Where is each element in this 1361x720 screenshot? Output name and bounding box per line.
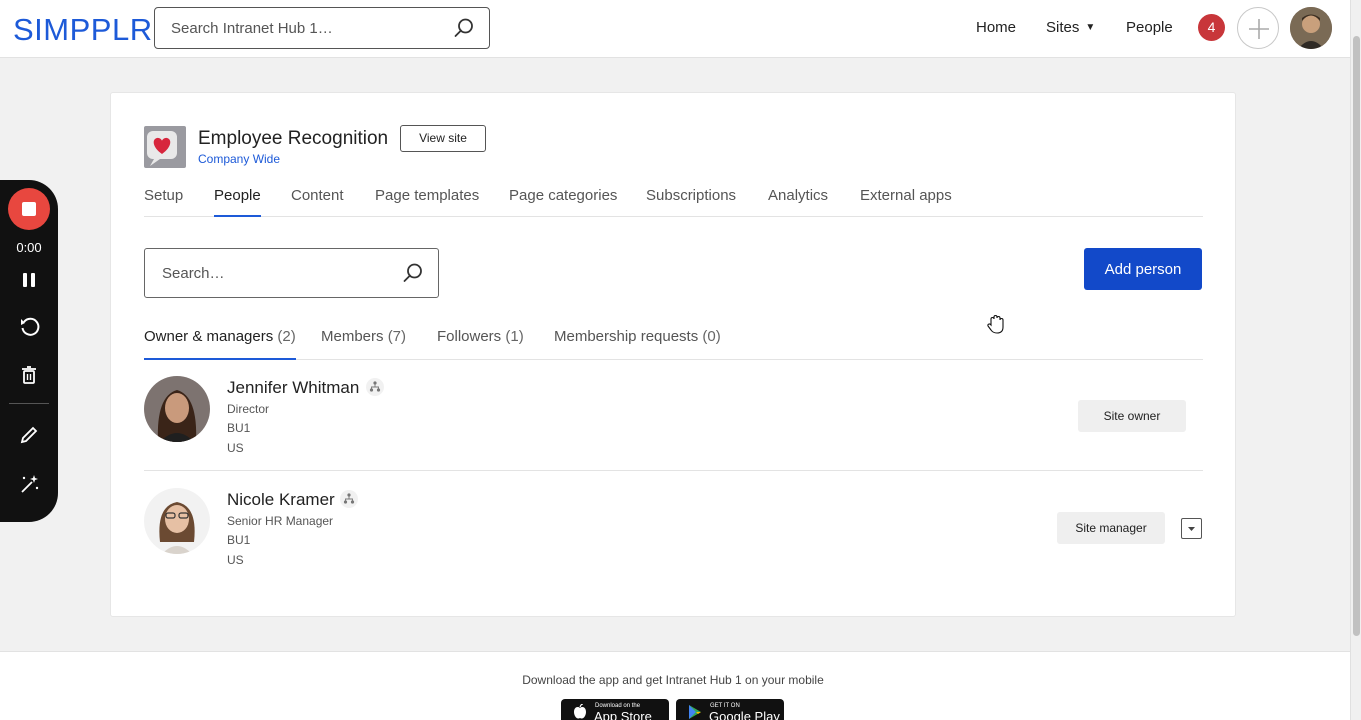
top-navigation: SIMPPLR Search Intranet Hub 1… Home Site…: [0, 0, 1350, 58]
tab-subscriptions[interactable]: Subscriptions: [646, 187, 736, 217]
pause-icon[interactable]: [19, 270, 39, 290]
plus-icon: [1249, 19, 1269, 39]
screen-recorder-toolbar: 0:00: [0, 180, 58, 522]
toolbar-divider: [9, 403, 49, 404]
magic-wand-icon[interactable]: [19, 473, 41, 495]
simpplr-logo[interactable]: SIMPPLR: [13, 12, 153, 48]
subtab-count: (7): [387, 328, 407, 345]
member-avatar[interactable]: [144, 376, 210, 442]
member-business-unit: BU1: [227, 533, 251, 547]
app-store-button[interactable]: Download on the App Store: [561, 699, 669, 720]
page-scrollbar[interactable]: [1350, 0, 1361, 720]
nav-people-link[interactable]: People: [1126, 19, 1173, 36]
google-play-text: Google Play: [709, 709, 780, 720]
member-name[interactable]: Jennifer Whitman: [227, 378, 359, 398]
tab-page-categories[interactable]: Page categories: [509, 187, 617, 217]
subtab-members[interactable]: Members (7): [321, 328, 406, 360]
member-row: Jennifer Whitman Director BU1 US Site ow…: [144, 373, 1203, 471]
member-name[interactable]: Nicole Kramer: [227, 490, 335, 510]
member-avatar[interactable]: [144, 488, 210, 554]
tab-content[interactable]: Content: [291, 187, 344, 217]
subtab-label: Members: [321, 328, 384, 345]
people-search-input[interactable]: Search…: [144, 248, 439, 298]
site-manager-button[interactable]: Site manager: [1057, 512, 1165, 544]
subtab-count: (1): [505, 328, 524, 345]
tab-people[interactable]: People: [214, 187, 261, 217]
user-avatar[interactable]: [1290, 7, 1332, 49]
subtab-followers[interactable]: Followers (1): [437, 328, 524, 360]
subtab-label: Followers: [437, 328, 502, 345]
app-store-text: App Store: [594, 709, 652, 720]
subtab-label: Membership requests: [554, 328, 699, 345]
nav-sites-menu[interactable]: Sites ▼: [1046, 19, 1095, 36]
subtab-owner-managers[interactable]: Owner & managers (2): [144, 328, 296, 360]
subtab-label: Owner & managers: [144, 328, 274, 345]
member-row: Nicole Kramer Senior HR Manager BU1 US S…: [144, 485, 1203, 583]
footer-download-text: Download the app and get Intranet Hub 1 …: [522, 673, 824, 687]
add-person-button[interactable]: Add person: [1084, 248, 1202, 290]
notifications-badge[interactable]: 4: [1198, 14, 1225, 41]
global-search-input[interactable]: Search Intranet Hub 1…: [154, 7, 490, 49]
site-people-card: Employee Recognition Company Wide View s…: [110, 92, 1236, 617]
google-play-icon: [689, 705, 701, 719]
chevron-down-icon: ▼: [1085, 22, 1096, 33]
member-job-title: Director: [227, 402, 270, 416]
restart-icon[interactable]: [19, 316, 41, 338]
site-owner-button[interactable]: Site owner: [1078, 400, 1186, 432]
tab-setup[interactable]: Setup: [144, 187, 183, 217]
trash-icon[interactable]: [19, 365, 39, 385]
site-settings-tabs: Setup People Content Page templates Page…: [144, 187, 1203, 217]
google-play-button[interactable]: GET IT ON Google Play: [676, 699, 784, 720]
member-business-unit: BU1: [227, 421, 251, 435]
member-country: US: [227, 441, 244, 455]
subtab-count: (0): [702, 328, 721, 345]
recording-timer: 0:00: [16, 240, 42, 255]
role-dropdown-button[interactable]: [1181, 518, 1202, 539]
nav-sites-label: Sites: [1046, 19, 1080, 36]
site-heart-icon: [144, 126, 186, 168]
search-icon[interactable]: [453, 17, 475, 39]
subtab-count: (2): [277, 328, 296, 345]
subtab-membership-requests[interactable]: Membership requests (0): [554, 328, 721, 360]
scrollbar-thumb[interactable]: [1353, 36, 1360, 636]
view-site-button[interactable]: View site: [400, 125, 486, 152]
site-title: Employee Recognition: [198, 128, 389, 149]
pen-icon[interactable]: [19, 425, 39, 445]
org-chart-icon[interactable]: [340, 490, 358, 508]
search-icon[interactable]: [402, 262, 424, 284]
apple-icon: [574, 704, 586, 719]
nav-home-link[interactable]: Home: [976, 19, 1016, 36]
org-chart-icon[interactable]: [366, 378, 384, 396]
tab-external-apps[interactable]: External apps: [860, 187, 952, 217]
tab-page-templates[interactable]: Page templates: [375, 187, 479, 217]
site-category-link[interactable]: Company Wide: [198, 152, 280, 166]
tab-analytics[interactable]: Analytics: [768, 187, 828, 217]
hand-cursor-icon: [987, 314, 1004, 334]
membership-tabs: Owner & managers (2) Members (7) Followe…: [144, 328, 1203, 360]
member-country: US: [227, 553, 244, 567]
global-search-placeholder: Search Intranet Hub 1…: [171, 20, 333, 37]
create-button[interactable]: [1237, 7, 1279, 49]
member-job-title: Senior HR Manager: [227, 514, 334, 528]
people-search-placeholder: Search…: [162, 265, 225, 282]
stop-recording-button[interactable]: [8, 188, 50, 230]
caret-down-icon: [1188, 527, 1195, 531]
footer: Download the app and get Intranet Hub 1 …: [0, 651, 1350, 720]
